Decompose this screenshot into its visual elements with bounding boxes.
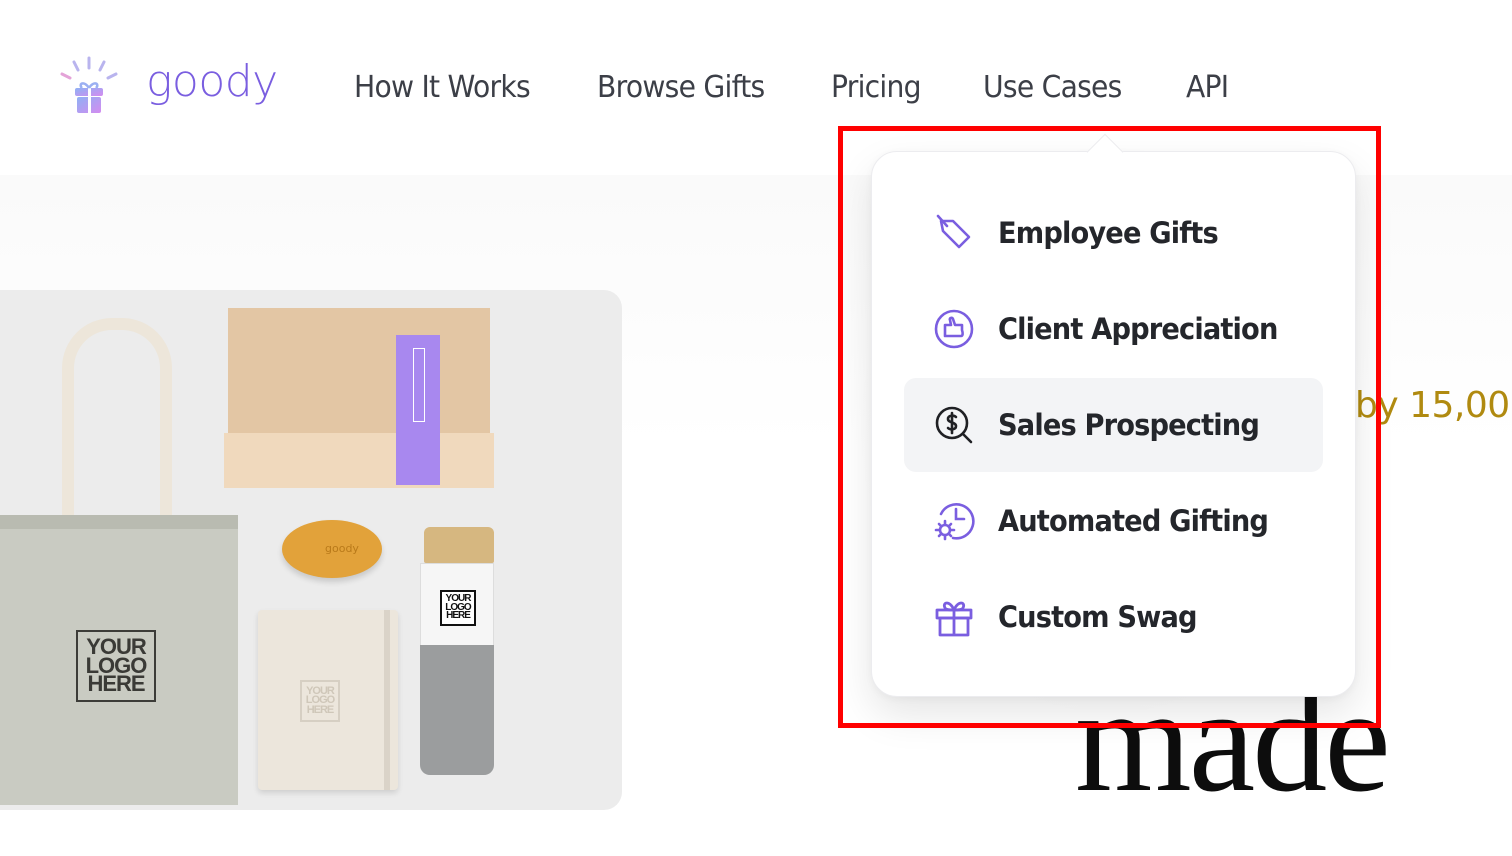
bottle-logo-stamp: YOUR LOGO HERE — [440, 590, 476, 626]
menu-item-label: Sales Prospecting — [998, 408, 1260, 442]
menu-item-custom-swag[interactable]: Custom Swag — [904, 570, 1323, 664]
nav-api[interactable]: API — [1186, 66, 1229, 110]
nav-browse-gifts[interactable]: Browse Gifts — [597, 66, 765, 110]
product-image: YOUR LOGO HERE goody YOUR LOGO HERE YOUR LOGO… — [0, 290, 622, 810]
main-nav: How It Works Browse Gifts Pricing Use Ca… — [354, 66, 1287, 110]
menu-item-automated-gifting[interactable]: Automated Gifting — [904, 474, 1323, 568]
mailer-box-front — [224, 433, 494, 488]
menu-item-label: Employee Gifts — [998, 216, 1219, 250]
bottle-cap — [424, 527, 494, 563]
menu-item-sales-prospecting[interactable]: Sales Prospecting — [904, 378, 1323, 472]
menu-item-label: Automated Gifting — [998, 504, 1269, 538]
gift-sparkle-logo-icon — [58, 56, 122, 116]
clock-gear-icon — [932, 499, 976, 543]
notebook-logo-stamp: YOUR LOGO HERE — [300, 680, 340, 722]
dollar-search-icon — [932, 403, 976, 447]
notebook-elastic — [384, 610, 390, 790]
gift-icon — [932, 595, 976, 639]
coaster-brand-text: goody — [325, 542, 359, 555]
menu-item-employee-gifts[interactable]: Employee Gifts — [904, 186, 1323, 280]
menu-item-label: Custom Swag — [998, 600, 1198, 634]
nav-use-cases[interactable]: Use Cases — [983, 66, 1122, 110]
tote-bag-rim — [0, 515, 238, 529]
hero-tagline: by 15,000 — [1355, 385, 1512, 426]
thumbs-up-icon — [932, 307, 976, 351]
menu-item-client-appreciation[interactable]: Client Appreciation — [904, 282, 1323, 376]
menu-item-label: Client Appreciation — [998, 312, 1278, 346]
brand-name: goody — [146, 56, 278, 107]
nav-how-it-works[interactable]: How It Works — [354, 66, 531, 110]
nav-pricing[interactable]: Pricing — [831, 66, 922, 110]
mailer-box-band-label — [413, 348, 425, 422]
mailer-box-lid — [228, 308, 490, 433]
tag-icon — [932, 211, 976, 255]
brand-logo[interactable]: goody — [58, 56, 278, 116]
bottle-sleeve — [420, 645, 494, 775]
tote-logo-stamp: YOUR LOGO HERE — [76, 630, 156, 702]
